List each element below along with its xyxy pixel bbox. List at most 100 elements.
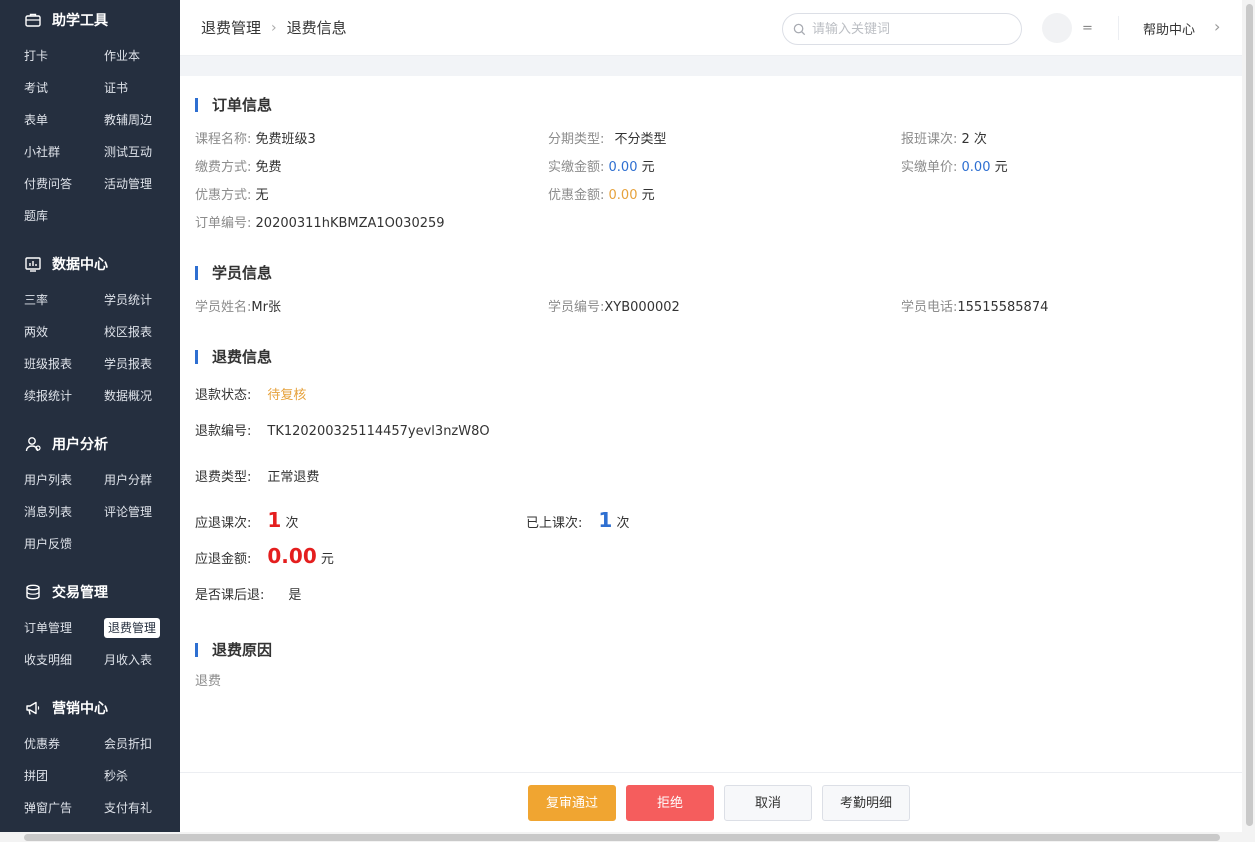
sidebar-item-label: 支付有礼	[104, 801, 153, 815]
sidebar-item[interactable]: 付费问答	[24, 168, 104, 200]
label: 退费类型:	[195, 470, 252, 485]
field-pay-method: 缴费方式: 免费	[195, 156, 282, 175]
sidebar-item[interactable]: 班级报表	[24, 348, 104, 380]
sidebar-item-label: 校区报表	[104, 325, 153, 339]
sidebar-section-header[interactable]: 用户分析	[24, 424, 180, 464]
user-icon	[24, 435, 42, 453]
sidebar-item[interactable]: 测试互动	[104, 136, 180, 168]
sidebar-item[interactable]: 学员报表	[104, 348, 180, 380]
vertical-scrollbar[interactable]	[1246, 4, 1253, 826]
label: 优惠方式:	[195, 188, 252, 203]
sidebar-item[interactable]: 用户分群	[104, 464, 180, 496]
sidebar-item-label: 活动管理	[104, 177, 153, 191]
label: 优惠金额:	[548, 188, 605, 203]
sidebar-item[interactable]: 拼团	[24, 760, 104, 792]
sidebar-item[interactable]: 校区报表	[104, 316, 180, 348]
approve-button[interactable]: 复审通过	[528, 785, 616, 821]
sidebar-section-header[interactable]: 营销中心	[24, 688, 180, 728]
sidebar-item[interactable]: 优惠券	[24, 728, 104, 760]
sidebar-item[interactable]: 订单管理	[24, 612, 104, 644]
label: 订单编号:	[195, 216, 252, 231]
sidebar-item-label: 教辅周边	[104, 113, 153, 127]
sidebar-item[interactable]: 弹窗广告	[24, 792, 104, 824]
sidebar-item[interactable]: 作业本	[104, 40, 180, 72]
sidebar-item[interactable]: 数据概况	[104, 380, 180, 412]
sidebar-item[interactable]: 评论管理	[104, 496, 180, 528]
sidebar-item[interactable]: 收支明细	[24, 644, 104, 676]
label: 实缴单价:	[901, 160, 958, 175]
sidebar-item[interactable]: 月收入表	[104, 644, 180, 676]
sidebar-item[interactable]: 用户反馈	[24, 528, 104, 560]
sidebar-item[interactable]: 打卡	[24, 40, 104, 72]
label: 分期类型:	[548, 132, 605, 147]
breadcrumb-refund-info: 退费信息	[286, 19, 347, 37]
field-discount-amount: 优惠金额: 0.00 元	[548, 184, 655, 203]
status-badge: 待复核	[267, 388, 307, 403]
sidebar-item[interactable]: 学员统计	[104, 284, 180, 316]
sidebar-item[interactable]: 证书	[104, 72, 180, 104]
attendance-detail-button[interactable]: 考勤明细	[822, 785, 910, 821]
sidebar-item-label: 考试	[24, 81, 49, 95]
sidebar-section-header[interactable]: 数据中心	[24, 244, 180, 284]
horizontal-scrollbar[interactable]	[24, 834, 1220, 841]
field-unit-price: 实缴单价: 0.00 元	[901, 156, 1008, 175]
sidebar-item[interactable]: 消息列表	[24, 496, 104, 528]
value: 0.00	[608, 188, 638, 203]
field-course: 课程名称: 免费班级3	[195, 128, 316, 147]
value: TK120200325114457yevl3nzW8O	[267, 424, 490, 439]
sidebar-item-label: 题库	[24, 209, 49, 223]
action-bar: 复审通过 拒绝 取消 考勤明细	[180, 772, 1242, 832]
reject-button[interactable]: 拒绝	[626, 785, 714, 821]
menu-toggle-icon[interactable]: =	[1082, 21, 1093, 36]
search-icon	[793, 23, 806, 35]
sidebar-section: 用户分析用户列表 用户分群 消息列表 评论管理 用户反馈	[0, 412, 180, 560]
avatar[interactable]	[1042, 13, 1072, 43]
sidebar-item[interactable]: 秒杀	[104, 760, 180, 792]
sidebar-item-label: 学员报表	[104, 357, 153, 371]
sidebar-item-label: 退费管理	[104, 618, 161, 638]
sidebar-item[interactable]: 用户列表	[24, 464, 104, 496]
sidebar-section: 助学工具打卡 作业本考试 证书 表单 教辅周边 小社群 测试互动 付费问答 活动管理题库	[0, 0, 180, 232]
sidebar-item[interactable]: 教辅周边	[104, 104, 180, 136]
unit: 元	[994, 160, 1008, 175]
sidebar-item[interactable]: 三率	[24, 284, 104, 316]
unit: 元	[641, 188, 655, 203]
value: Mr张	[251, 300, 281, 315]
sidebar-item[interactable]: 题库	[24, 200, 104, 232]
sidebar-section-title: 用户分析	[52, 437, 108, 453]
sidebar-item[interactable]: 考试	[24, 72, 104, 104]
search-input[interactable]	[812, 21, 1002, 37]
sidebar-item[interactable]: 两效	[24, 316, 104, 348]
sidebar-section-header[interactable]: 助学工具	[24, 0, 180, 40]
sidebar-item-label: 续报统计	[24, 389, 73, 403]
sidebar-item[interactable]: 小社群	[24, 136, 104, 168]
sidebar-item[interactable]: 会员折扣	[104, 728, 180, 760]
value: 0.00	[608, 160, 638, 175]
field-student-name: 学员姓名:Mr张	[195, 296, 281, 315]
sidebar-item-label: 用户分群	[104, 473, 153, 487]
unit: 次	[285, 516, 299, 531]
sidebar-section: 交易管理 订单管理 退费管理收支明细 月收入表	[0, 560, 180, 676]
chevron-right-icon[interactable]: ›	[1214, 17, 1220, 36]
label: 课程名称:	[195, 132, 252, 147]
search-box[interactable]	[782, 13, 1022, 45]
sidebar-item-label: 打卡	[24, 49, 49, 63]
value: 0.00	[961, 160, 991, 175]
sidebar-section-header[interactable]: 交易管理	[24, 572, 180, 612]
sidebar-item[interactable]: 表单	[24, 104, 104, 136]
section-title-reason: 退费原因	[195, 639, 272, 660]
sidebar-items: 订单管理 退费管理收支明细 月收入表	[24, 612, 180, 676]
chevron-right-icon: ›	[271, 19, 277, 36]
field-refund-type: 退费类型: 正常退费	[195, 466, 319, 485]
breadcrumb-refund-management[interactable]: 退费管理	[201, 17, 261, 38]
label: 学员姓名:	[195, 300, 252, 315]
sidebar-item-label: 收支明细	[24, 653, 73, 667]
help-center-link[interactable]: 帮助中心	[1143, 19, 1195, 38]
sidebar-item[interactable]: 支付有礼	[104, 792, 180, 824]
sidebar-item[interactable]: 退费管理	[104, 612, 180, 644]
label: 已上课次:	[526, 516, 583, 531]
cancel-button[interactable]: 取消	[724, 785, 812, 821]
value: 2 次	[961, 132, 987, 147]
sidebar-item[interactable]: 活动管理	[104, 168, 180, 200]
sidebar-item[interactable]: 续报统计	[24, 380, 104, 412]
